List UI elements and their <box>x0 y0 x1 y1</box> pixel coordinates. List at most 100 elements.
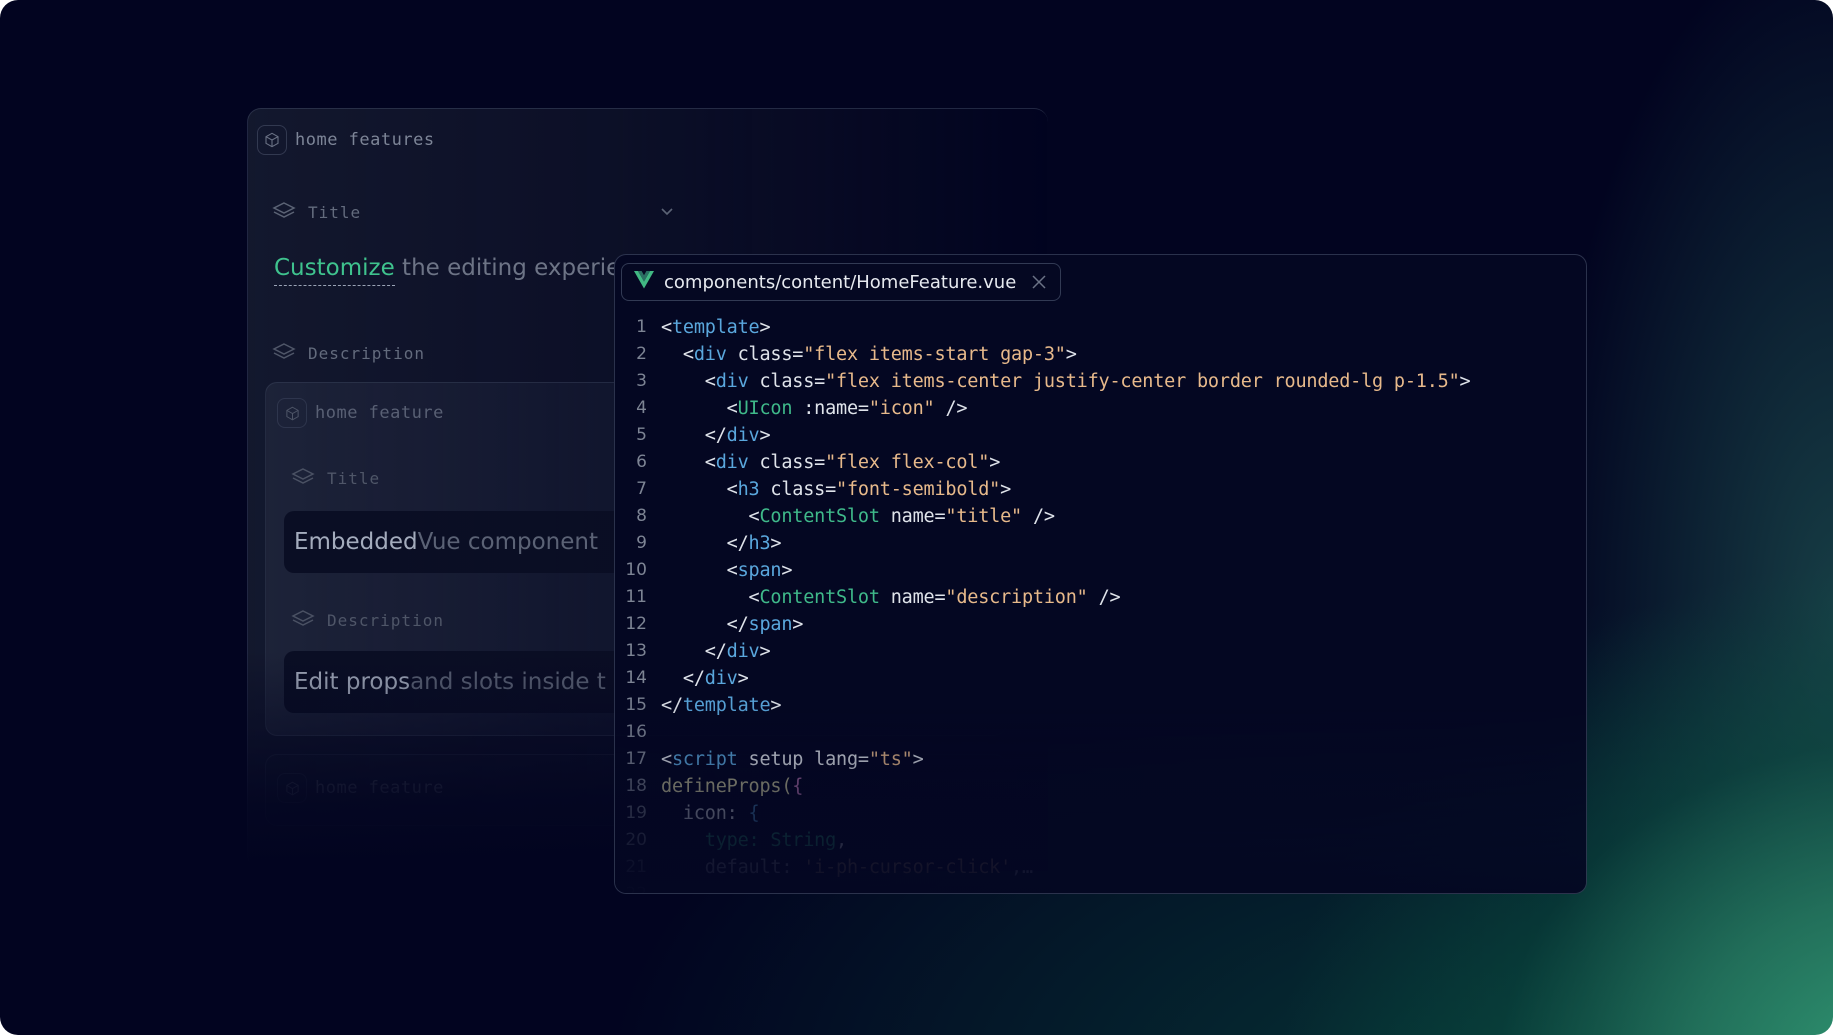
code-token-str: 'i-ph-cursor-click' <box>803 857 1012 878</box>
code-token-str: "title" <box>945 506 1022 527</box>
code-line[interactable]: 15 </template> <box>615 692 1586 719</box>
code-line[interactable]: 6 <div class="flex flex-col"> <box>615 449 1586 476</box>
code-token-str: "ts" <box>868 749 913 770</box>
field-header-title[interactable]: Title <box>291 467 380 490</box>
code-token-punc: < <box>661 398 738 419</box>
line-number: 19 <box>625 803 647 823</box>
code-token-punc: </ <box>661 533 749 554</box>
close-icon[interactable] <box>1032 275 1046 289</box>
line-number: 16 <box>625 722 647 742</box>
highlighted-word: Customize <box>274 255 395 286</box>
code-token-tag: span <box>748 614 793 635</box>
line-number: 20 <box>625 830 647 850</box>
component-name: home feature <box>315 403 444 423</box>
line-number: 13 <box>625 641 647 661</box>
code-token-key: name= <box>879 587 946 608</box>
component-name: home feature <box>315 778 444 798</box>
code-line[interactable]: 21 default: 'i-ph-cursor-click',… <box>615 854 1586 881</box>
line-source: icon: { <box>661 800 760 827</box>
field-header-title[interactable]: Title <box>272 201 361 224</box>
code-token-punc: </ <box>661 425 727 446</box>
line-source: default: 'i-ph-cursor-click',… <box>661 854 1033 881</box>
component-header-home-features[interactable]: home features <box>257 125 435 155</box>
code-line[interactable]: 18 defineProps({ <box>615 773 1586 800</box>
code-token-tag: div <box>726 641 760 662</box>
code-line[interactable]: 3 <div class="flex items-center justify-… <box>615 368 1586 395</box>
code-token-punc: < <box>661 479 738 500</box>
cube-icon <box>277 398 307 428</box>
code-token-punc: > <box>912 749 924 770</box>
code-token-punc: </ <box>661 668 705 689</box>
code-line[interactable]: 7 <h3 class="font-semibold"> <box>615 476 1586 503</box>
layers-icon <box>272 342 296 365</box>
code-line[interactable]: 11 <ContentSlot name="description" /> <box>615 584 1586 611</box>
component-header-home-feature[interactable]: home feature <box>277 773 444 803</box>
line-number: 12 <box>625 614 647 634</box>
editor-tab[interactable]: components/content/HomeFeature.vue <box>621 263 1062 301</box>
code-line[interactable]: 17 <script setup lang="ts"> <box>615 746 1586 773</box>
line-number: 8 <box>636 506 647 526</box>
line-source: </div> <box>661 422 771 449</box>
code-line[interactable]: 1 <template> <box>615 314 1586 341</box>
line-source: <h3 class="font-semibold"> <box>661 476 1012 503</box>
code-line[interactable]: 13 </div> <box>615 638 1586 665</box>
title-rest: the editing experie <box>394 255 621 281</box>
code-token-key: class= <box>759 479 837 500</box>
code-token-str: "description" <box>945 587 1088 608</box>
title-field-value[interactable]: Customize the editing experie <box>274 255 621 286</box>
code-token-tag: div <box>693 344 727 365</box>
code-line[interactable]: 10 <span> <box>615 557 1586 584</box>
line-source: <span> <box>661 557 793 584</box>
chevron-down-icon[interactable] <box>660 204 674 222</box>
line-number: 10 <box>625 560 647 580</box>
background-stage: home features Title Customize the editin… <box>0 0 1833 1035</box>
code-token-punc: < <box>661 452 716 473</box>
line-source: </div> <box>661 665 749 692</box>
code-token-punc: /> <box>1022 506 1055 527</box>
line-source: <ContentSlot name="title" /> <box>661 503 1056 530</box>
code-token-punc: > <box>989 452 1001 473</box>
cube-icon <box>257 125 287 155</box>
code-token-tag: script <box>671 749 738 770</box>
code-line[interactable]: 14 </div> <box>615 665 1586 692</box>
code-line[interactable]: 8 <ContentSlot name="title" /> <box>615 503 1586 530</box>
field-label: Title <box>327 469 381 488</box>
code-token-comp: ContentSlot <box>759 506 880 527</box>
code-token-punc: , <box>836 830 847 851</box>
field-label: Description <box>308 344 425 363</box>
line-number: 6 <box>636 452 647 472</box>
line-number: 5 <box>636 425 647 445</box>
code-token-tag: span <box>737 560 782 581</box>
code-token-tag: div <box>715 371 749 392</box>
line-number: 18 <box>625 776 647 796</box>
line-number: 14 <box>625 668 647 688</box>
cube-icon <box>277 773 307 803</box>
code-line[interactable]: 20 type: String, <box>615 827 1586 854</box>
code-editor[interactable]: components/content/HomeFeature.vue 1 <tem… <box>614 254 1587 894</box>
code-line[interactable]: 16 <box>615 719 1586 746</box>
code-token-type: type: String <box>661 830 837 851</box>
line-source: </span> <box>661 611 804 638</box>
code-area[interactable]: 1 <template> 2 <div class="flex items-star… <box>615 314 1586 894</box>
code-line[interactable]: 22 <box>615 881 1586 894</box>
code-token-punc: </ <box>661 695 683 716</box>
code-token-brace2: { <box>748 803 760 824</box>
code-line[interactable]: 2 <div class="flex items-start gap-3"> <box>615 341 1586 368</box>
code-line[interactable]: 4 <UIcon :name="icon" /> <box>615 395 1586 422</box>
code-line[interactable]: 19 icon: { <box>615 800 1586 827</box>
code-token-brace: { <box>792 776 804 797</box>
field-header-description[interactable]: Description <box>272 342 425 365</box>
field-header-description[interactable]: Description <box>291 609 444 632</box>
code-line[interactable]: 5 </div> <box>615 422 1586 449</box>
vue-logo-icon <box>634 270 654 294</box>
component-header-home-feature[interactable]: home feature <box>277 398 444 428</box>
line-number: 22 <box>625 884 647 894</box>
code-token-punc: > <box>1065 344 1077 365</box>
line-number: 17 <box>625 749 647 769</box>
code-token-punc: > <box>770 533 782 554</box>
code-line[interactable]: 12 </span> <box>615 611 1586 638</box>
line-number: 7 <box>636 479 647 499</box>
code-line[interactable]: 9 </h3> <box>615 530 1586 557</box>
code-token-punc: > <box>1459 371 1471 392</box>
code-token-punc: > <box>792 614 804 635</box>
